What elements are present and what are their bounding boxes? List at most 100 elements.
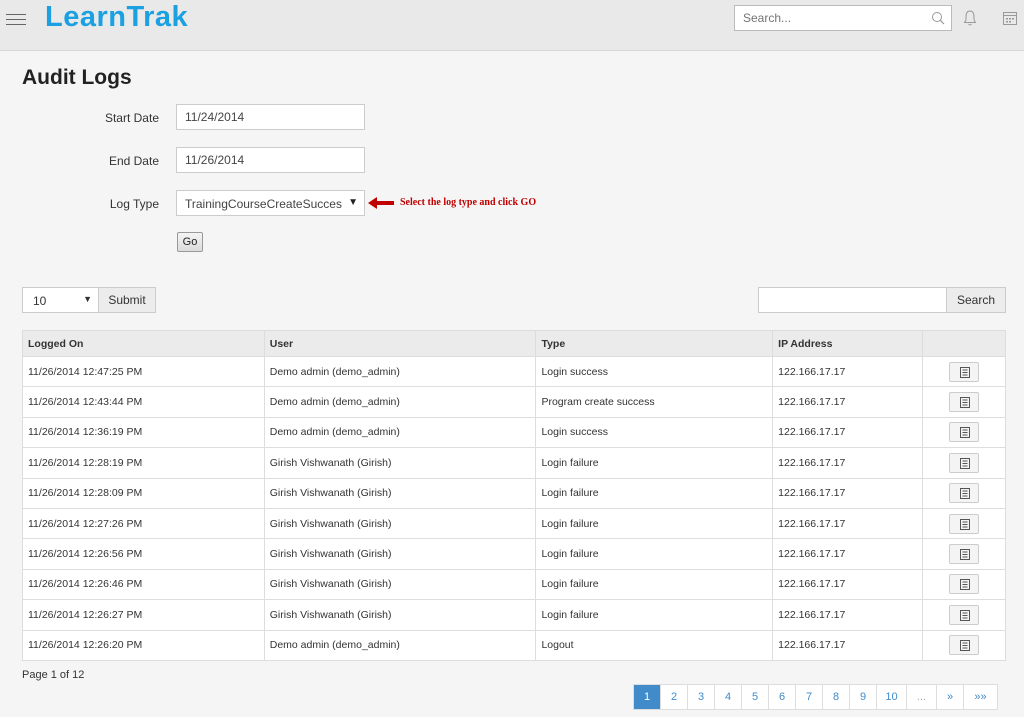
view-details-button[interactable] [949,513,980,534]
page-link[interactable]: 10 [877,685,907,709]
start-date-label: Start Date [104,111,159,125]
cell-actions [922,386,1006,418]
view-details-button[interactable] [949,361,980,382]
cell-logged-on: 11/26/2014 12:26:46 PM [22,568,265,601]
cell-ip-address: 122.166.17.17 [772,568,924,601]
page-link[interactable]: 7 [796,685,823,709]
cell-user: Girish Vishwanath (Girish) [263,568,537,601]
page-size-select[interactable]: 10 ▼ [22,287,99,313]
cell-logged-on: 11/26/2014 12:26:20 PM [22,629,265,661]
cell-user: Girish Vishwanath (Girish) [263,507,537,540]
page-link[interactable]: 9 [850,685,877,709]
details-icon [960,427,971,439]
last-page-link[interactable]: »» [964,685,997,709]
log-type-select[interactable]: TrainingCourseCreateSucces ▼ [176,190,365,216]
cell-logged-on: 11/26/2014 12:26:27 PM [22,599,265,631]
table-row: 11/26/2014 12:43:44 PM Demo admin (demo_a… [22,386,1006,418]
hamburger-menu-icon[interactable] [6,10,26,28]
top-header: LearnTrak [0,0,1024,51]
cell-actions [922,538,1006,570]
table-row: 11/26/2014 12:28:19 PM Girish Vishwanath … [22,447,1006,479]
details-icon [960,609,971,621]
details-icon [960,549,971,561]
view-details-button[interactable] [949,452,980,473]
log-type-label: Log Type [109,197,159,211]
cell-user: Girish Vishwanath (Girish) [263,447,537,479]
page-link[interactable]: 3 [688,685,715,709]
details-icon [960,640,971,652]
page-link[interactable]: 6 [769,685,796,709]
bell-icon[interactable] [962,9,978,27]
cell-ip-address: 122.166.17.17 [772,355,924,388]
cell-ip-address: 122.166.17.17 [772,386,924,418]
cell-type: Login failure [535,507,774,540]
page-size-value: 10 [33,294,47,308]
submit-button[interactable]: Submit [98,287,156,313]
cell-logged-on: 11/26/2014 12:28:09 PM [22,477,265,509]
annotation-text: Select the log type and click GO [400,197,537,208]
table-header-row: Logged On User Type IP Address [22,330,1006,357]
page-link[interactable]: 8 [823,685,850,709]
cell-actions [922,629,1006,661]
view-details-button[interactable] [949,422,980,443]
cell-ip-address: 122.166.17.17 [772,477,924,509]
cell-actions [922,477,1006,509]
table-search-input[interactable] [758,287,947,313]
table-row: 11/26/2014 12:27:26 PM Girish Vishwanath … [22,507,1006,540]
cell-actions [922,447,1006,479]
table-row: 11/26/2014 12:47:25 PM Demo admin (demo_a… [22,355,1006,388]
end-date-label: End Date [108,154,159,168]
app-logo[interactable]: LearnTrak [45,1,188,34]
view-details-button[interactable] [949,635,980,656]
global-search [734,5,952,31]
end-date-field[interactable] [176,147,365,173]
cell-type: Login success [535,416,774,449]
details-icon [960,518,971,530]
cell-user: Girish Vishwanath (Girish) [263,477,537,509]
cell-ip-address: 122.166.17.17 [772,416,924,449]
cell-type: Login failure [535,568,774,601]
view-details-button[interactable] [949,604,980,625]
view-details-button[interactable] [949,544,980,565]
view-details-button[interactable] [949,483,980,504]
cell-type: Program create success [535,386,774,418]
details-icon [960,488,971,500]
cell-user: Girish Vishwanath (Girish) [263,599,537,631]
search-icon[interactable] [931,11,945,25]
view-details-button[interactable] [949,574,980,595]
global-search-input[interactable] [735,6,925,30]
page-link[interactable]: 4 [715,685,742,709]
page-link[interactable]: 1 [634,685,661,709]
table-search-button[interactable]: Search [946,287,1006,313]
page-link[interactable]: 2 [661,685,688,709]
cell-logged-on: 11/26/2014 12:43:44 PM [22,386,265,418]
table-row: 11/26/2014 12:26:20 PM Demo admin (demo_a… [22,629,1006,661]
cell-actions [922,599,1006,631]
cell-actions [922,355,1006,388]
col-header-type[interactable]: Type [535,330,774,357]
next-page-link[interactable]: » [937,685,964,709]
cell-logged-on: 11/26/2014 12:28:19 PM [22,447,265,479]
table-row: 11/26/2014 12:26:46 PM Girish Vishwanath … [22,568,1006,601]
page-link[interactable]: 5 [742,685,769,709]
cell-type: Login failure [535,477,774,509]
details-icon [960,457,971,469]
col-header-logged-on[interactable]: Logged On [22,330,265,357]
log-type-value: TrainingCourseCreateSucces [185,197,342,211]
calendar-icon[interactable] [1002,10,1018,26]
cell-actions [922,568,1006,601]
cell-actions [922,416,1006,449]
col-header-ip-address[interactable]: IP Address [772,330,924,357]
view-details-button[interactable] [949,392,980,413]
cell-type: Login success [535,355,774,388]
table-row: 11/26/2014 12:26:27 PM Girish Vishwanath … [22,599,1006,631]
col-header-user[interactable]: User [263,330,537,357]
page-info: Page 1 of 12 [22,669,85,681]
cell-user: Girish Vishwanath (Girish) [263,538,537,570]
start-date-field[interactable] [176,104,365,130]
page-ellipsis: ... [907,685,937,709]
cell-user: Demo admin (demo_admin) [263,355,537,388]
pagination: 1 2 3 4 5 6 7 8 9 10...»»» [633,684,998,710]
go-button[interactable]: Go [177,232,203,252]
cell-ip-address: 122.166.17.17 [772,507,924,540]
